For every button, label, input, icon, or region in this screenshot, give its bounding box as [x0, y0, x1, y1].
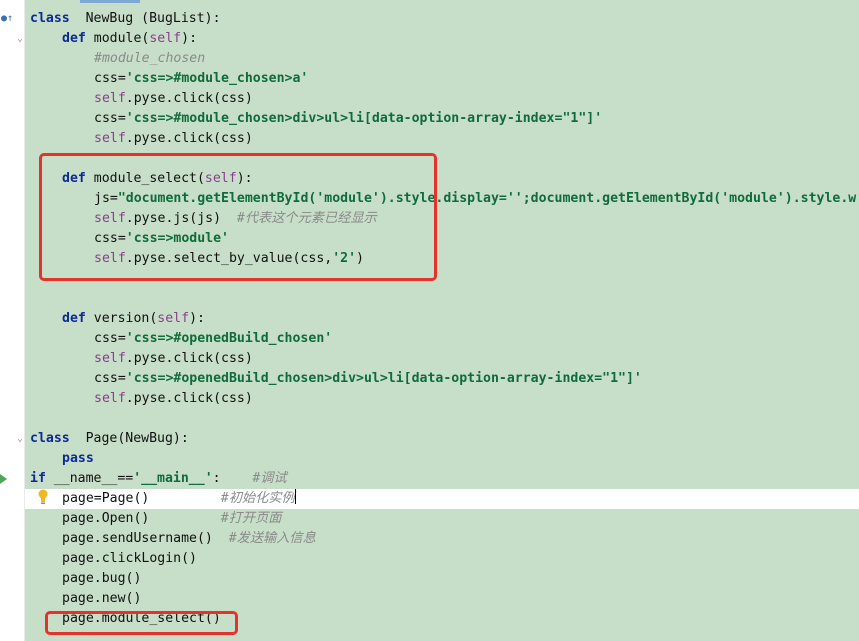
code-token: .pyse.click(css) [125, 391, 253, 406]
code-line[interactable]: page.sendUsername() #发送输入信息 [62, 529, 316, 549]
annotation-box-module-select-call [45, 611, 238, 635]
code-token: 'css=>#openedBuild_chosen' [125, 331, 333, 346]
code-token: version( [85, 311, 158, 326]
code-token: #初始化实例 [220, 491, 295, 506]
code-token: css= [94, 331, 126, 346]
code-token: page.bug() [62, 571, 142, 586]
code-token: 'css=>#openedBuild_chosen>div>ul>li[data… [125, 371, 642, 386]
code-line[interactable]: self.pyse.click(css) [94, 349, 253, 369]
code-line[interactable]: class NewBug (BugList): [30, 9, 221, 29]
fold-icon[interactable]: ⌄ [17, 434, 23, 444]
editor-gutter [0, 0, 24, 641]
code-token: #调试 [252, 471, 287, 486]
code-token: ): [181, 31, 198, 46]
code-line[interactable]: def module(self): [62, 29, 197, 49]
code-token: if [30, 471, 46, 486]
code-token: NewBug (BugList): [69, 11, 221, 26]
code-token: .pyse.click(css) [125, 91, 253, 106]
tab-edge-strip [80, 0, 140, 3]
code-token: page.Open() [62, 511, 221, 526]
code-token: module( [85, 31, 150, 46]
code-token: 'css=>#module_chosen>a' [125, 71, 309, 86]
code-line[interactable]: pass [62, 449, 94, 469]
code-line[interactable]: page.Open() #打开页面 [62, 509, 282, 529]
annotation-box-module-select [39, 153, 437, 281]
code-token: self [94, 391, 126, 406]
code-token: page.new() [62, 591, 142, 606]
code-line[interactable]: class Page(NewBug): [30, 429, 189, 449]
code-token: self [149, 31, 182, 46]
code-token: #module_chosen [94, 51, 206, 66]
intention-bulb-icon[interactable] [38, 489, 48, 505]
code-token: .pyse.click(css) [125, 351, 253, 366]
run-icon[interactable] [0, 474, 7, 484]
override-icon[interactable]: ●↑ [1, 14, 13, 24]
code-line[interactable]: css='css=>#openedBuild_chosen' [94, 329, 332, 349]
code-token: .pyse.click(css) [125, 131, 253, 146]
code-line[interactable]: if __name__=='__main__': #调试 [30, 469, 287, 489]
code-line[interactable]: self.pyse.click(css) [94, 129, 253, 149]
code-line[interactable]: css='css=>#openedBuild_chosen>div>ul>li[… [94, 369, 642, 389]
code-token: ): [189, 311, 205, 326]
code-line[interactable]: css='css=>#module_chosen>a' [94, 69, 308, 89]
code-editor[interactable]: class NewBug (BugList): def module(self):… [0, 0, 859, 641]
code-token: __name__== [45, 471, 134, 486]
code-token: '__main__' [133, 471, 213, 486]
code-line[interactable]: page.clickLogin() [62, 549, 197, 569]
code-line[interactable]: page.bug() [62, 569, 141, 589]
code-line[interactable]: self.pyse.click(css) [94, 389, 253, 409]
code-line[interactable]: def version(self): [62, 309, 205, 329]
code-token: self [94, 131, 126, 146]
code-line[interactable]: page=Page() #初始化实例 [62, 489, 296, 509]
fold-icon[interactable]: ⌄ [17, 34, 23, 44]
code-token: #发送输入信息 [228, 531, 316, 546]
code-line[interactable]: page.new() [62, 589, 141, 609]
code-token: self [157, 311, 190, 326]
code-line[interactable]: #module_chosen [94, 49, 205, 69]
code-line[interactable]: css='css=>#module_chosen>div>ul>li[data-… [94, 109, 602, 129]
code-token: class [30, 431, 70, 446]
code-token: 'css=>#module_chosen>div>ul>li[data-opti… [125, 111, 603, 126]
code-line[interactable]: self.pyse.click(css) [94, 89, 253, 109]
code-token: css= [94, 371, 126, 386]
code-token: class [30, 11, 70, 26]
code-token: #打开页面 [220, 511, 282, 526]
code-token: self [94, 351, 126, 366]
code-token: page.sendUsername() [62, 531, 229, 546]
code-token: Page(NewBug): [69, 431, 189, 446]
code-token: css= [94, 111, 126, 126]
code-token: def [62, 31, 86, 46]
code-token: page=Page() [62, 491, 221, 506]
code-token: css= [94, 71, 126, 86]
code-token: page.clickLogin() [62, 551, 197, 566]
code-token: def [62, 311, 86, 326]
code-token: : [212, 471, 253, 486]
code-token: pass [62, 451, 94, 466]
code-token: self [94, 91, 126, 106]
text-cursor [294, 489, 296, 504]
